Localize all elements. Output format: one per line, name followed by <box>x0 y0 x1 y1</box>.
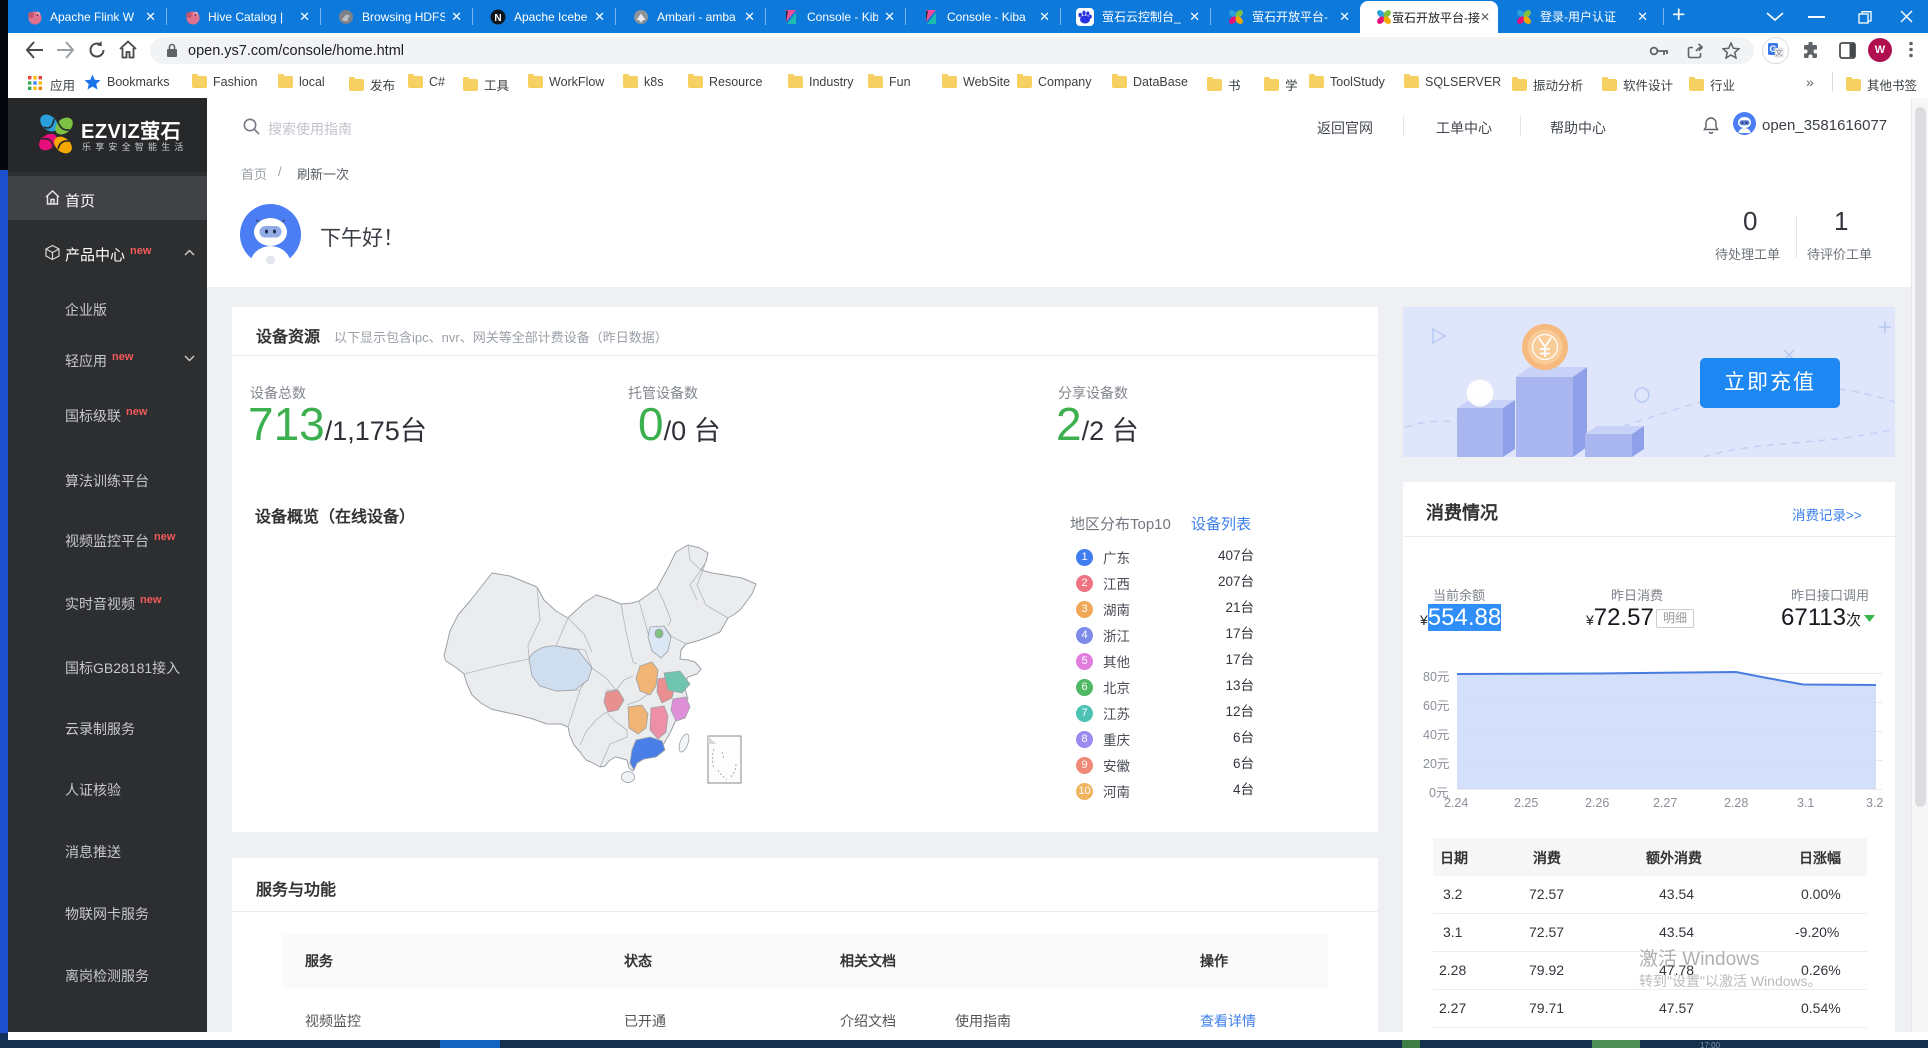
svg-text:文: 文 <box>1776 48 1783 57</box>
svg-text:N: N <box>494 13 501 24</box>
